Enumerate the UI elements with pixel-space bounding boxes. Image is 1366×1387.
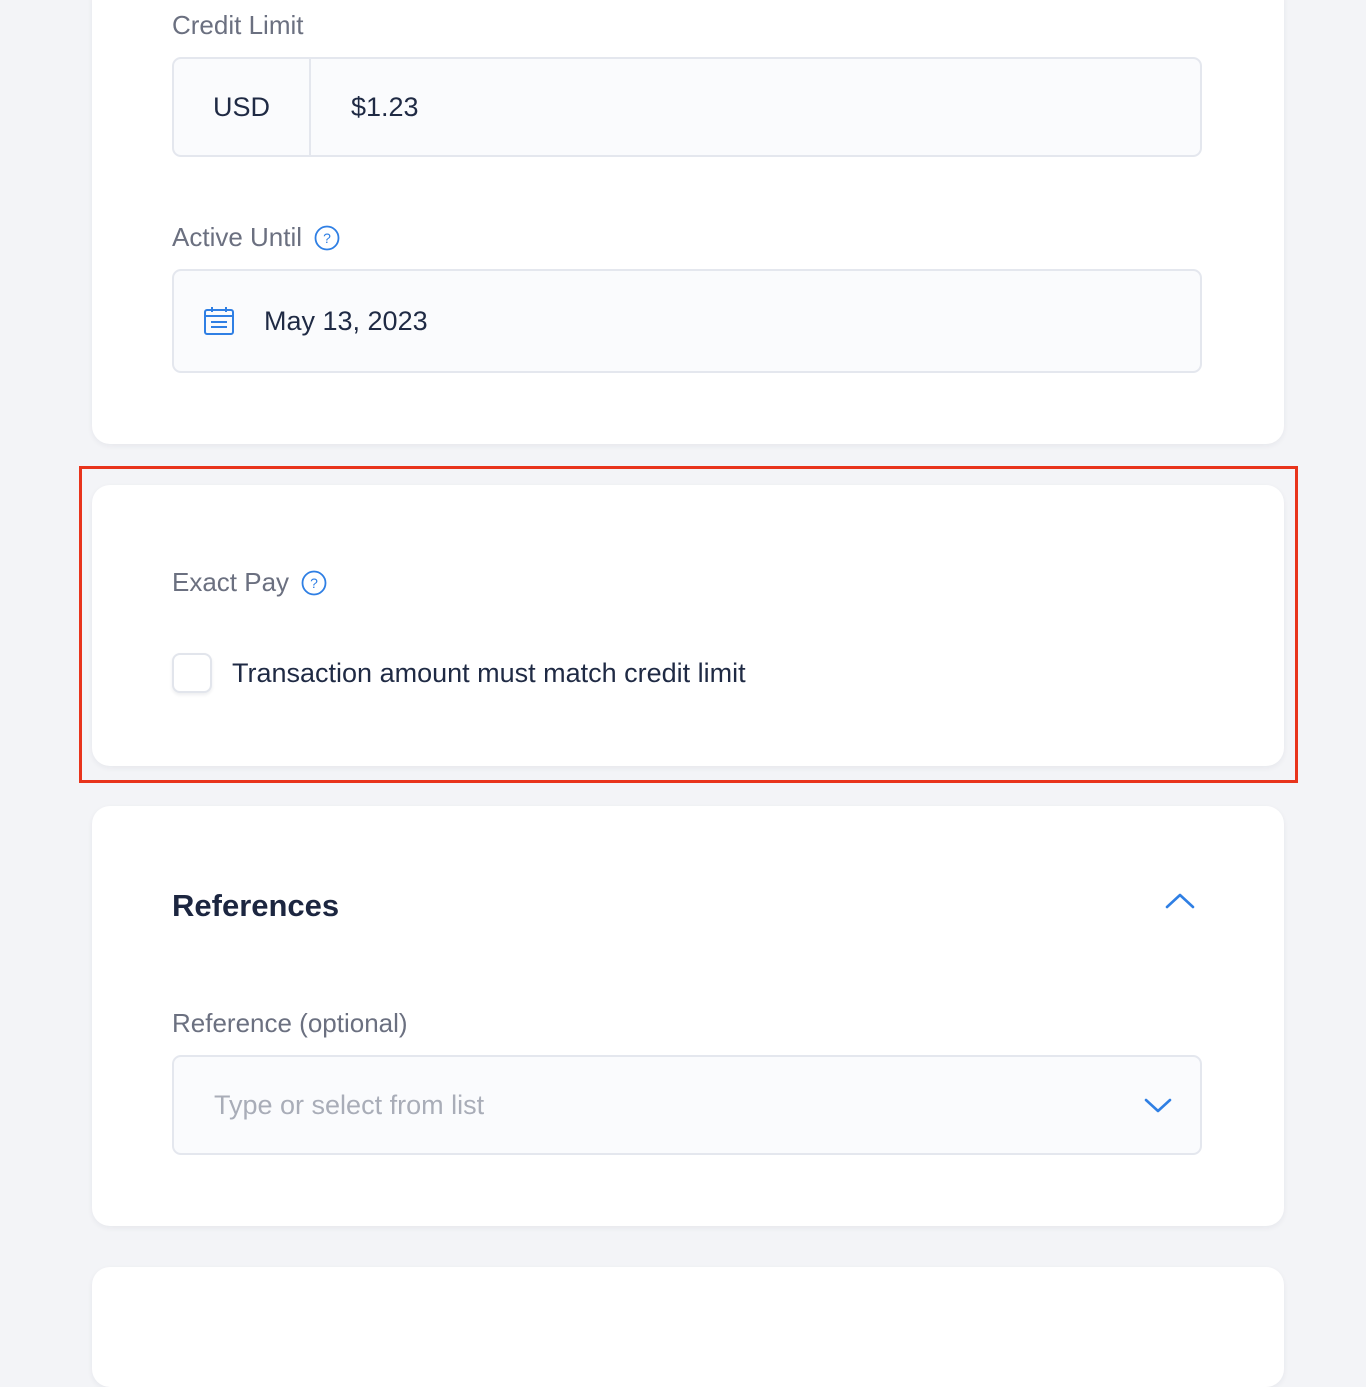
currency-selector[interactable]: USD <box>174 59 311 155</box>
chevron-up-icon <box>1164 891 1196 916</box>
svg-text:?: ? <box>323 230 331 246</box>
credit-limit-input[interactable]: $1.23 <box>311 92 419 123</box>
reference-placeholder: Type or select from list <box>214 1089 485 1120</box>
svg-text:?: ? <box>310 575 318 591</box>
calendar-icon <box>202 304 236 338</box>
references-title: References <box>172 888 340 923</box>
exact-pay-label-text: Exact Pay <box>172 567 290 597</box>
active-until-date-field[interactable]: May 13, 2023 <box>172 269 1202 373</box>
credit-limit-field: USD $1.23 <box>172 57 1202 157</box>
help-circle-icon[interactable]: ? <box>301 570 327 596</box>
active-until-date-value: May 13, 2023 <box>264 305 428 336</box>
limits-card: Credit Limit USD $1.23 Active Until ? Ma… <box>92 0 1284 444</box>
collapse-references-button[interactable] <box>1162 888 1198 918</box>
credit-limit-value: $1.23 <box>351 91 419 122</box>
chevron-down-icon[interactable] <box>1140 1087 1176 1123</box>
exact-pay-checkbox[interactable] <box>172 653 212 693</box>
exact-pay-checkbox-label[interactable]: Transaction amount must match credit lim… <box>232 658 746 689</box>
references-card: References Reference (optional) Type or … <box>92 806 1284 1226</box>
reference-label: Reference (optional) <box>172 1008 408 1039</box>
active-until-label-text: Active Until <box>172 222 303 252</box>
exact-pay-label: Exact Pay ? <box>172 567 327 598</box>
active-until-label: Active Until ? <box>172 222 340 253</box>
currency-code: USD <box>212 91 270 122</box>
reference-label-text: Reference (optional) <box>172 1008 408 1038</box>
credit-limit-label-text: Credit Limit <box>172 10 304 40</box>
exact-pay-card: Exact Pay ? Transaction amount must matc… <box>92 485 1284 766</box>
exact-pay-option: Transaction amount must match credit lim… <box>172 653 746 693</box>
help-circle-icon[interactable]: ? <box>314 225 340 251</box>
reference-select[interactable]: Type or select from list <box>172 1055 1202 1155</box>
credit-limit-label: Credit Limit <box>172 10 303 41</box>
next-section-card <box>92 1267 1284 1387</box>
